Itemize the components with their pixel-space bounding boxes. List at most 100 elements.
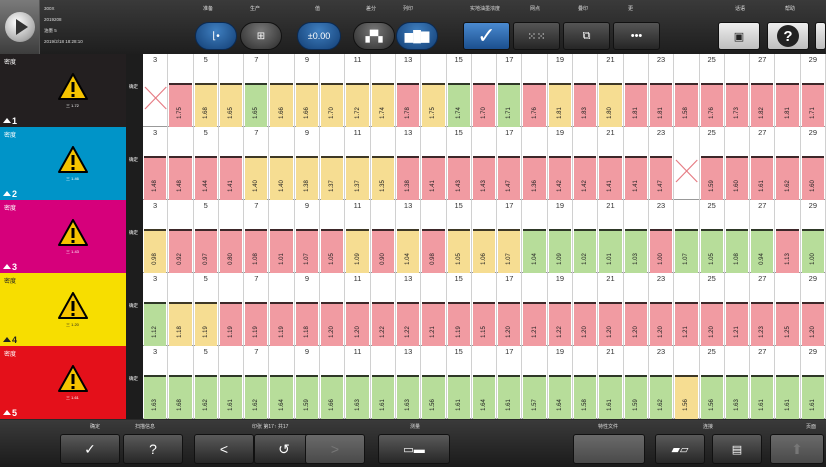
row-header-magenta[interactable]: 密度 确定三 1.43 3 [0, 200, 143, 273]
zone-cell[interactable]: 21 1.41 [598, 127, 624, 200]
solid-density-button[interactable]: ✓ [463, 22, 510, 50]
zone-cell[interactable]: 13 1.78 [396, 54, 422, 127]
zone-cell[interactable]: 1.42 [573, 127, 599, 200]
zone-cell[interactable]: 1.58 [573, 346, 599, 419]
zone-cell[interactable]: 19 1.22 [548, 273, 574, 346]
zone-cell[interactable]: 19 1.81 [548, 54, 574, 127]
zone-cell[interactable]: 1.59 [624, 346, 649, 419]
zone-cell[interactable]: 3 1.48 [143, 127, 169, 200]
dot-gain-button[interactable]: ⁙⁙ [513, 22, 560, 50]
zone-cell[interactable]: 1.05 [320, 200, 346, 273]
zone-cell[interactable]: 19 1.64 [548, 346, 574, 419]
measure-button[interactable]: ▭▬ [378, 434, 450, 464]
zone-cell[interactable]: 1.20 [573, 273, 599, 346]
row-header-black[interactable]: 密度 确定三 1.72 1 [0, 54, 143, 127]
zone-cell[interactable]: 27 1.23 [750, 273, 776, 346]
zone-cell[interactable]: 27 1.61 [750, 127, 776, 200]
zone-cell[interactable]: 1.19 [219, 273, 245, 346]
difference-button[interactable]: ▞▚ [353, 22, 395, 50]
zone-cell[interactable]: 5 1.68 [194, 54, 219, 127]
zone-cell[interactable]: 29 1.20 [801, 273, 826, 346]
zone-cell[interactable]: 27 1.82 [750, 54, 776, 127]
zone-cell[interactable]: 1.18 [168, 273, 194, 346]
zone-cell[interactable]: 25 1.05 [700, 200, 725, 273]
zone-cell[interactable]: 9 1.07 [295, 200, 321, 273]
zone-cell[interactable] [674, 127, 700, 200]
zone-cell[interactable]: 1.41 [219, 127, 245, 200]
app-logo-play-button[interactable] [0, 0, 40, 54]
zone-cell[interactable]: 1.48 [168, 127, 194, 200]
zone-cell[interactable]: 1.08 [725, 200, 751, 273]
zone-cell[interactable]: 17 1.07 [497, 200, 523, 273]
zone-cell[interactable]: 1.64 [472, 346, 498, 419]
zone-cell[interactable]: 1.60 [725, 127, 751, 200]
zone-cell[interactable]: 1.02 [573, 200, 599, 273]
zone-cell[interactable]: 3 1.12 [143, 273, 169, 346]
zone-cell[interactable]: 1.61 [219, 346, 245, 419]
overprint-button[interactable]: ⧉ [563, 22, 610, 50]
zone-cell[interactable]: 1.21 [421, 273, 447, 346]
zone-cell[interactable]: 23 1.62 [649, 346, 675, 419]
row-header-cyan[interactable]: 密度 确定三 1.46 2 [0, 127, 143, 200]
zone-cell[interactable]: 21 1.01 [598, 200, 624, 273]
zone-cell[interactable]: 25 1.20 [700, 273, 725, 346]
confirm-button[interactable]: ✓ [60, 434, 120, 464]
zone-cell[interactable]: 13 1.04 [396, 200, 422, 273]
zone-cell[interactable]: 3 0.98 [143, 200, 169, 273]
zone-cell[interactable]: 5 1.19 [194, 273, 219, 346]
zone-cell[interactable]: 1.01 [269, 200, 295, 273]
zone-cell[interactable]: 7 1.40 [244, 127, 270, 200]
zone-cell[interactable]: 1.40 [269, 127, 295, 200]
zone-cell[interactable]: 13 1.38 [396, 127, 422, 200]
zone-cell[interactable]: 7 1.62 [244, 346, 270, 419]
connect-button[interactable]: ▰▱ [655, 434, 705, 464]
zone-cell[interactable]: 1.57 [522, 346, 548, 419]
zone-cell[interactable]: 1.66 [269, 54, 295, 127]
zone-cell[interactable]: 1.20 [624, 273, 649, 346]
zone-cell[interactable]: 1.03 [624, 200, 649, 273]
zone-cell[interactable]: 25 1.59 [700, 127, 725, 200]
zone-cell[interactable]: 17 1.61 [497, 346, 523, 419]
zone-cell[interactable]: 11 1.09 [345, 200, 371, 273]
zone-cell[interactable]: 17 1.20 [497, 273, 523, 346]
zone-cell[interactable]: 15 1.05 [447, 200, 472, 273]
page-layout-button[interactable]: ▤ [712, 434, 762, 464]
zone-cell[interactable]: 9 1.18 [295, 273, 321, 346]
zone-cell[interactable]: 1.74 [371, 54, 396, 127]
zone-cell[interactable]: 0.92 [168, 200, 194, 273]
zone-cell[interactable]: 23 1.81 [649, 54, 675, 127]
zone-cell[interactable]: 17 1.47 [497, 127, 523, 200]
prev-sheet-button[interactable]: < [194, 434, 254, 464]
zone-cell[interactable]: 1.83 [573, 54, 599, 127]
zone-cell[interactable]: 1.56 [674, 346, 700, 419]
zone-cell[interactable]: 1.76 [522, 54, 548, 127]
zone-cell[interactable]: 19 1.09 [548, 200, 574, 273]
production-button[interactable]: ⊞ [240, 22, 282, 50]
zone-cell[interactable]: 17 1.71 [497, 54, 523, 127]
zone-cell[interactable]: 1.21 [674, 273, 700, 346]
zone-cell[interactable]: 21 1.80 [598, 54, 624, 127]
zone-cell[interactable]: 15 1.74 [447, 54, 472, 127]
zone-cell[interactable]: 1.75 [168, 54, 194, 127]
zone-cell[interactable]: 13 1.63 [396, 346, 422, 419]
zone-cell[interactable]: 1.81 [775, 54, 801, 127]
zone-cell[interactable]: 1.25 [775, 273, 801, 346]
zone-cell[interactable]: 3 [143, 54, 169, 127]
row-header-red[interactable]: 密度 确定三 1.61 5 [0, 346, 143, 419]
scan-info-button[interactable]: ? [123, 434, 183, 464]
zone-cell[interactable]: 7 1.65 [244, 54, 270, 127]
zone-cell[interactable]: 1.70 [320, 54, 346, 127]
zero-value-button[interactable]: ±0.00 [297, 22, 341, 50]
zone-cell[interactable]: 1.06 [472, 200, 498, 273]
zone-cell[interactable]: 11 1.20 [345, 273, 371, 346]
scroll-up-button[interactable]: ⬆ [770, 434, 824, 464]
zone-cell[interactable]: 1.70 [472, 54, 498, 127]
zone-cell[interactable]: 0.80 [219, 200, 245, 273]
zone-cell[interactable]: 29 1.00 [801, 200, 826, 273]
zone-cell[interactable]: 1.56 [421, 346, 447, 419]
profile-button[interactable] [573, 434, 645, 464]
zone-cell[interactable]: 5 1.62 [194, 346, 219, 419]
zone-cell[interactable]: 1.36 [522, 127, 548, 200]
zone-cell[interactable]: 11 1.37 [345, 127, 371, 200]
zone-cell[interactable]: 1.41 [624, 127, 649, 200]
